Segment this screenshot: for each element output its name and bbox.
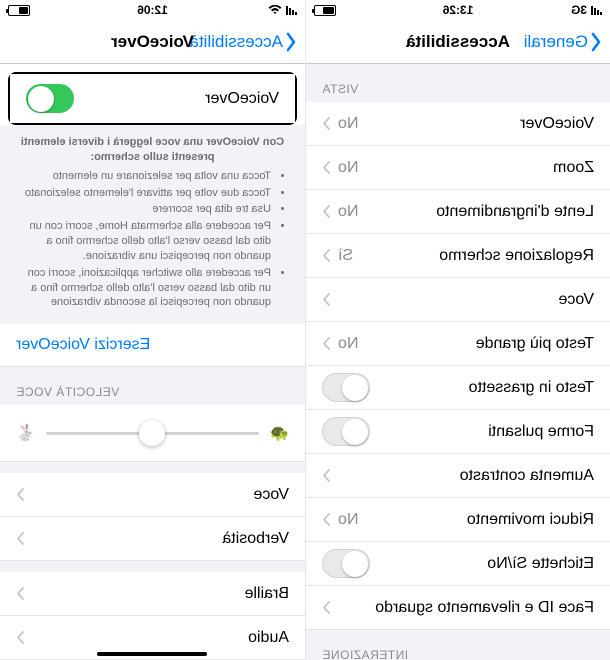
status-time: 12:06 [137,3,168,17]
row-reduce-motion[interactable]: Riduci movimento No [306,498,610,542]
chevron-right-icon [322,161,330,174]
tortoise-icon: 🐢 [269,423,289,443]
back-label: Accessibilità [189,32,283,52]
back-button[interactable]: Generali [524,32,602,52]
status-time: 13:26 [443,3,474,17]
wifi-icon [268,5,282,15]
chevron-right-icon [16,532,24,545]
speaking-rate-row: 🐢 🐇 [0,405,305,462]
chevron-right-icon [322,249,330,262]
row-voice[interactable]: Voce [0,473,305,517]
nav-header: Generali Accessibilità [306,20,610,64]
row-faceid[interactable]: Face ID e rilevamento sguardo [306,586,610,630]
chevron-right-icon [322,337,330,350]
section-header-speed: VELOCITÀ VOCE [0,367,305,405]
chevron-right-icon [322,205,330,218]
home-indicator[interactable] [98,652,208,656]
chevron-right-icon [16,587,24,600]
row-onoff-labels[interactable]: Etichette Sì/No [306,542,610,586]
voiceover-toggle[interactable] [26,84,74,113]
row-larger-text[interactable]: Testo più grande No [306,322,610,366]
voiceover-detail-screen: 12:06 Accessibilità VoiceOver VoiceOver … [0,0,305,660]
signal-icon [591,5,602,15]
status-bar: 12:06 [0,0,305,20]
back-label: Generali [524,32,588,52]
row-button-shapes[interactable]: Forme pulsanti [306,410,610,454]
chevron-right-icon [322,601,330,614]
row-speech[interactable]: Voce [306,278,610,322]
row-verbosity[interactable]: Verbosità [0,517,305,561]
row-display-accommodations[interactable]: Regolazione schermo Sì [306,234,610,278]
speaking-rate-slider[interactable] [46,419,259,447]
voiceover-detail-content: VoiceOver Con VoiceOver una voce leggerà… [0,64,305,660]
battery-icon [8,5,30,16]
nav-header: Accessibilità VoiceOver [0,20,305,64]
chevron-right-icon [322,293,330,306]
accessibility-list-screen: 3G 13:26 Generali Accessibilità VISTA Vo… [305,0,610,660]
battery-icon [314,5,336,16]
section-header-vista: VISTA [306,64,610,102]
chevron-right-icon [322,469,330,482]
status-bar: 3G 13:26 [306,0,610,20]
bold-text-toggle[interactable] [322,373,370,402]
row-magnifier[interactable]: Lente d'ingrandimento No [306,190,610,234]
row-voiceover[interactable]: VoiceOver No [306,102,610,146]
voiceover-help-text: Con VoiceOver una voce leggerà i diversi… [0,125,305,324]
chevron-right-icon [16,488,24,501]
voiceover-practice-link[interactable]: Esercizi VoiceOver [0,324,305,367]
row-bold-text[interactable]: Testo in grassetto [306,366,610,410]
row-braille[interactable]: Braille [0,572,305,616]
accessibility-list: VISTA VoiceOver No Zoom No Lente d'ingra… [306,64,610,660]
signal-icon [286,5,297,15]
row-zoom[interactable]: Zoom No [306,146,610,190]
section-header-interazione: INTERAZIONE [306,630,610,660]
button-shapes-toggle[interactable] [322,417,370,446]
chevron-right-icon [322,117,330,130]
back-button[interactable]: Accessibilità [189,32,297,52]
chevron-right-icon [16,631,24,644]
row-increase-contrast[interactable]: Aumenta contrasto [306,454,610,498]
onoff-labels-toggle[interactable] [322,549,370,578]
voiceover-toggle-row[interactable]: VoiceOver [8,72,297,125]
carrier-label: 3G [571,3,587,17]
chevron-right-icon [322,513,330,526]
rabbit-icon: 🐇 [16,423,36,443]
